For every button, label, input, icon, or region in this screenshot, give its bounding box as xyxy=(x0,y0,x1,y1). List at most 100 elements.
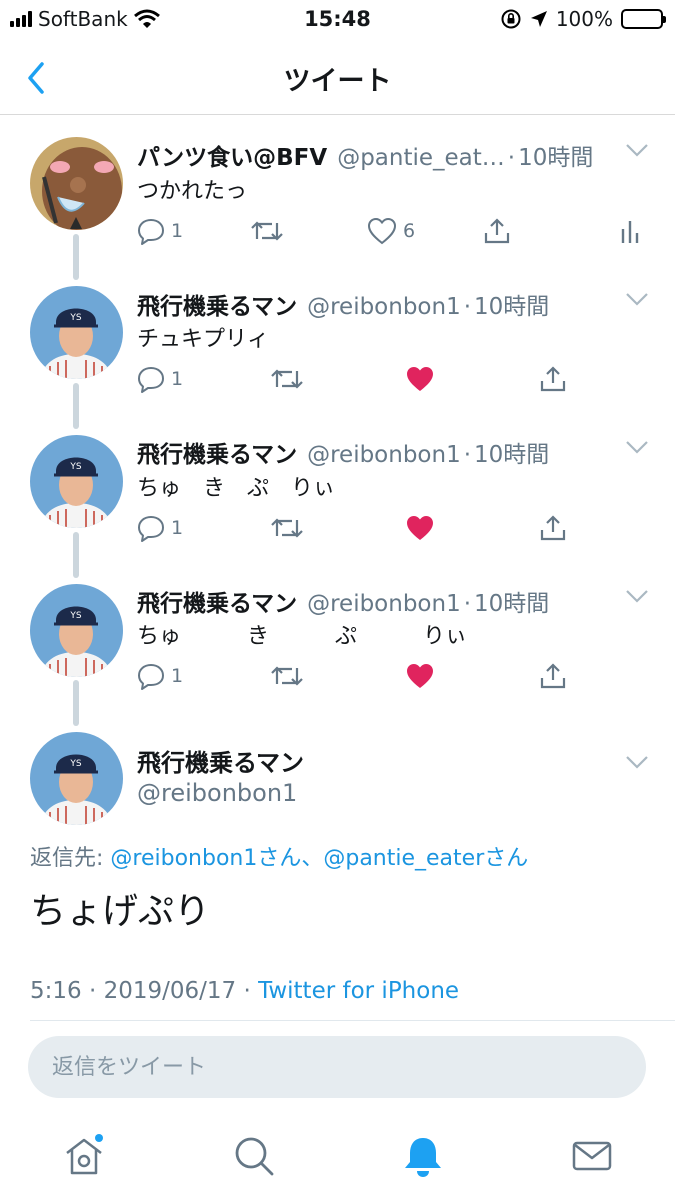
user-handle[interactable]: @reibonbon1 xyxy=(307,294,461,320)
retweet-button[interactable] xyxy=(270,662,304,690)
retweet-button[interactable] xyxy=(250,217,284,245)
heart-filled-icon xyxy=(407,516,433,540)
retweet-icon xyxy=(271,369,303,389)
retweet-icon xyxy=(251,221,283,241)
messages-icon[interactable] xyxy=(570,1134,614,1178)
like-button[interactable] xyxy=(405,662,435,690)
reply-box[interactable] xyxy=(28,1036,646,1098)
tweet-actions: 1 6 xyxy=(137,217,657,247)
like-button[interactable]: 6 xyxy=(367,217,415,245)
separator: · xyxy=(507,145,516,171)
display-name[interactable]: パンツ食い@BFV xyxy=(137,138,327,172)
tweet-text: ちゅ き ぷ りぃ xyxy=(137,624,468,649)
tweet-time: 10時間 xyxy=(474,442,550,468)
tweet-time: 10時間 xyxy=(474,294,550,320)
svg-text:YS: YS xyxy=(69,611,81,621)
like-button[interactable] xyxy=(405,514,435,542)
chevron-down-icon[interactable] xyxy=(625,755,649,769)
display-name[interactable]: 飛行機乗るマン xyxy=(137,584,297,618)
retweet-icon xyxy=(271,518,303,538)
avatar[interactable]: YS xyxy=(30,584,123,677)
user-handle[interactable]: @reibonbon1 xyxy=(307,442,461,468)
chevron-down-icon[interactable] xyxy=(625,440,649,454)
thread-line xyxy=(73,532,79,578)
analytics-button[interactable] xyxy=(620,217,640,245)
tweet-text: チュキプリィ xyxy=(137,327,270,352)
reply-count: 1 xyxy=(171,665,184,687)
reply-icon xyxy=(138,219,164,245)
reply-input[interactable] xyxy=(28,1036,646,1098)
reply-count: 1 xyxy=(171,220,184,242)
reply-button[interactable]: 1 xyxy=(137,514,183,542)
location-icon xyxy=(530,11,547,27)
heart-filled-icon xyxy=(407,367,433,391)
tweet-time: 10時間 xyxy=(474,591,550,617)
tweet-actions: 1 xyxy=(137,514,657,544)
reply-button[interactable]: 1 xyxy=(137,217,183,245)
retweet-button[interactable] xyxy=(270,365,304,393)
retweet-button[interactable] xyxy=(270,514,304,542)
tweet-header: 飛行機乗るマン @reibonbon1 · 10時間 xyxy=(137,584,549,618)
share-button[interactable] xyxy=(483,217,511,245)
share-icon xyxy=(484,218,510,244)
share-button[interactable] xyxy=(539,514,567,542)
battery-icon xyxy=(621,9,666,29)
heart-icon xyxy=(367,217,397,245)
share-button[interactable] xyxy=(539,365,567,393)
tweet-meta: 5:16 · 2019/06/17 · Twitter for iPhone xyxy=(30,978,459,1004)
tweet-actions: 1 xyxy=(137,365,657,395)
thread-line xyxy=(73,383,79,429)
reply-icon xyxy=(138,664,164,690)
tweet-timestamp: 5:16 · 2019/06/17 · xyxy=(30,978,259,1004)
avatar[interactable]: YS xyxy=(30,435,123,528)
share-icon xyxy=(540,663,566,689)
reply-to-label: 返信先: xyxy=(30,846,111,871)
reply-count: 1 xyxy=(171,368,184,390)
like-button[interactable] xyxy=(405,365,435,393)
tweet-text: つかれたっ xyxy=(137,179,248,204)
reply-button[interactable]: 1 xyxy=(137,365,183,393)
tweet-source[interactable]: Twitter for iPhone xyxy=(258,978,459,1004)
separator: · xyxy=(463,294,472,320)
svg-text:YS: YS xyxy=(69,462,81,472)
tweet-header: パンツ食い@BFV @pantie_eat… · 10時間 xyxy=(137,138,593,172)
share-button[interactable] xyxy=(539,662,567,690)
tweet-header: 飛行機乗るマン @reibonbon1 · 10時間 xyxy=(137,435,549,469)
tweet-text: ちゅ き ぷ りぃ xyxy=(137,476,336,501)
svg-text:YS: YS xyxy=(69,313,81,323)
battery-percent: 100% xyxy=(555,7,613,31)
share-icon xyxy=(540,366,566,392)
user-handle[interactable]: @reibonbon1 xyxy=(137,779,297,807)
chevron-down-icon[interactable] xyxy=(625,143,649,157)
notifications-icon[interactable] xyxy=(401,1134,445,1178)
reply-icon xyxy=(138,516,164,542)
display-name[interactable]: 飛行機乗るマン xyxy=(137,435,297,469)
page-title: ツイート xyxy=(283,66,392,97)
avatar[interactable] xyxy=(30,137,123,230)
reply-button[interactable]: 1 xyxy=(137,662,183,690)
chevron-down-icon[interactable] xyxy=(625,292,649,306)
home-icon[interactable] xyxy=(62,1134,106,1178)
thread-line xyxy=(73,234,79,280)
chevron-down-icon[interactable] xyxy=(625,589,649,603)
search-icon[interactable] xyxy=(232,1134,276,1178)
retweet-icon xyxy=(271,666,303,686)
user-handle[interactable]: @pantie_eat… xyxy=(337,145,505,171)
nav-header: ツイート xyxy=(0,40,675,115)
reply-to-mentions[interactable]: @reibonbon1さん、@pantie_eaterさん xyxy=(110,846,528,871)
reply-to-line: 返信先: @reibonbon1さん、@pantie_eaterさん xyxy=(30,840,528,872)
display-name[interactable]: 飛行機乗るマン xyxy=(137,743,304,778)
like-count: 6 xyxy=(403,220,416,242)
avatar[interactable]: YS xyxy=(30,286,123,379)
svg-text:YS: YS xyxy=(69,759,81,769)
divider xyxy=(30,1020,675,1021)
user-handle[interactable]: @reibonbon1 xyxy=(307,591,461,617)
rotation-lock-icon xyxy=(501,9,521,29)
tweet-header: 飛行機乗るマン @reibonbon1 · 10時間 xyxy=(137,287,549,321)
heart-filled-icon xyxy=(407,664,433,688)
tweet-text: ちょげぷり xyxy=(30,891,211,932)
display-name[interactable]: 飛行機乗るマン xyxy=(137,287,297,321)
separator: · xyxy=(463,591,472,617)
avatar[interactable]: YS xyxy=(30,732,123,825)
reply-count: 1 xyxy=(171,517,184,539)
